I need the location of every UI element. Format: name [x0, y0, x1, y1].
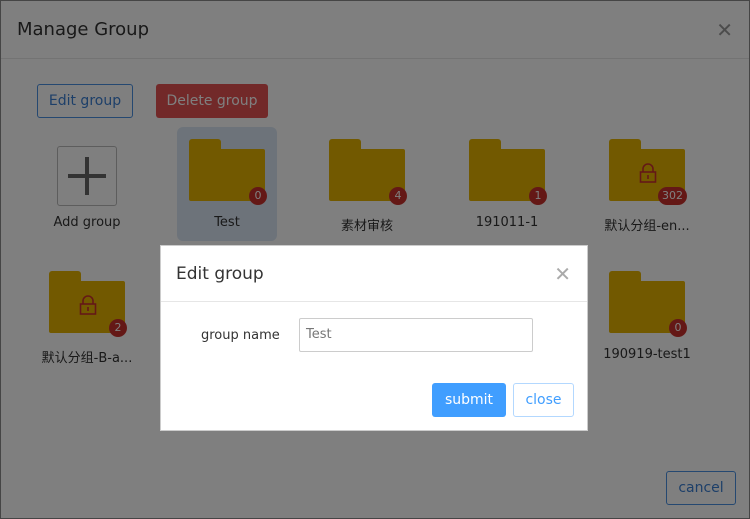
- group-name-label: group name: [201, 328, 280, 343]
- close-button[interactable]: close: [513, 383, 574, 417]
- edit-dialog-header: Edit group ✕: [161, 246, 587, 302]
- edit-group-dialog: Edit group ✕ group name Test submit clos…: [160, 245, 588, 431]
- close-icon[interactable]: ✕: [554, 262, 571, 286]
- submit-button[interactable]: submit: [432, 383, 506, 417]
- edit-dialog-title: Edit group: [176, 264, 264, 284]
- group-name-input[interactable]: Test: [299, 318, 533, 352]
